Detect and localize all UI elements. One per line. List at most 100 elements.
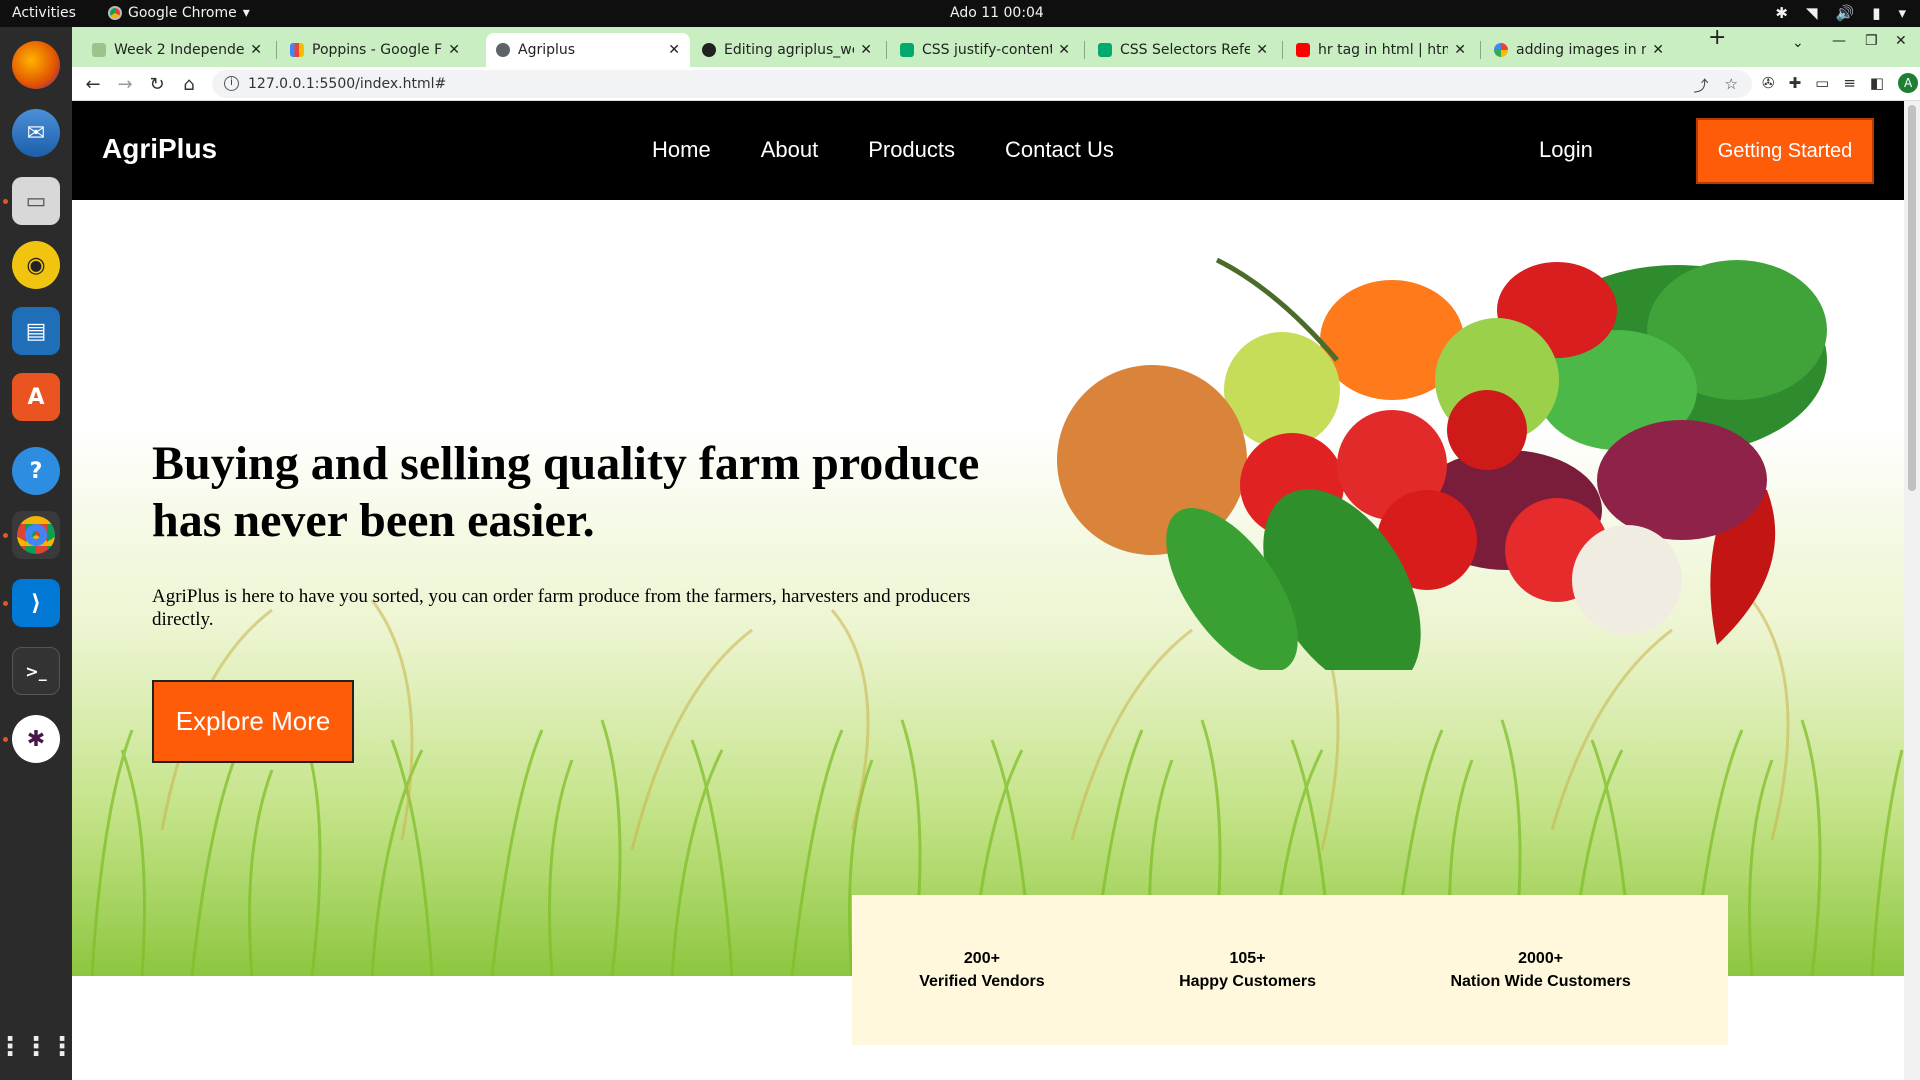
running-indicator [3, 533, 8, 538]
writer-icon[interactable]: ▤ [12, 307, 60, 355]
close-icon[interactable]: ✕ [860, 42, 872, 58]
running-indicator [3, 601, 8, 606]
explore-more-button[interactable]: Explore More [152, 680, 354, 763]
close-icon[interactable]: ✕ [448, 42, 460, 58]
extension-bug-icon[interactable]: ✇ [1762, 74, 1775, 92]
w3schools-icon [1098, 43, 1112, 57]
side-panel-icon[interactable]: ◧ [1870, 74, 1884, 92]
slack-tray-icon[interactable]: ✱ [1775, 4, 1788, 22]
system-top-bar: Activities Google Chrome ▾ Ado 11 00:04 … [0, 0, 1920, 27]
chrome-dock-icon[interactable] [12, 511, 60, 559]
page-viewport: AgriPlus Home About Products Contact Us … [72, 101, 1904, 1080]
vscode-icon[interactable]: ⟩ [12, 579, 60, 627]
stat-value: 105+ [1229, 950, 1266, 967]
software-center-icon[interactable]: A [12, 373, 60, 421]
tab-github[interactable]: Editing agriplus_we ✕ [692, 33, 882, 67]
close-icon[interactable]: ✕ [1652, 42, 1664, 58]
site-header: AgriPlus Home About Products Contact Us … [72, 101, 1904, 200]
activities-button[interactable]: Activities [12, 5, 76, 21]
power-menu-icon[interactable]: ▾ [1898, 4, 1906, 22]
nav-about[interactable]: About [761, 137, 819, 163]
main-nav: Home About Products Contact Us [652, 137, 1114, 163]
battery-icon[interactable]: ▮ [1872, 4, 1880, 22]
maximize-icon[interactable]: ❐ [1865, 33, 1878, 49]
tab-week2[interactable]: Week 2 Independent ✕ [82, 33, 272, 67]
new-tab-button[interactable]: + [1708, 25, 1726, 50]
bookmark-star-icon[interactable]: ☆ [1725, 75, 1738, 96]
system-tray[interactable]: ✱ ◥ 🔊 ▮ ▾ [1775, 4, 1906, 22]
chrome-icon [108, 6, 122, 20]
hero-section: Buying and selling quality farm produce … [72, 200, 1904, 1080]
nav-products[interactable]: Products [868, 137, 955, 163]
close-icon[interactable]: ✕ [1454, 42, 1466, 58]
vegetables-image [1057, 257, 1827, 670]
nav-home[interactable]: Home [652, 137, 711, 163]
github-icon [702, 43, 716, 57]
media-queue-icon[interactable]: ≡ [1843, 74, 1856, 92]
share-icon[interactable]: ⤴ [1694, 75, 1709, 96]
slack-icon[interactable]: ✱ [12, 715, 60, 763]
tab-css-justify[interactable]: CSS justify-content p ✕ [890, 33, 1080, 67]
extensions-puzzle-icon[interactable]: ✚ [1789, 74, 1802, 92]
files-icon[interactable]: ▭ [12, 177, 60, 225]
page-scrollbar[interactable] [1904, 101, 1920, 1080]
stat-label: Happy Customers [1179, 973, 1316, 990]
browser-toolbar: ← → ↻ ⌂ i 127.0.0.1:5500/index.html# ⤴ ☆… [72, 67, 1920, 101]
tab-hr-tag[interactable]: hr tag in html | html ✕ [1286, 33, 1476, 67]
globe-icon [496, 43, 510, 57]
close-icon[interactable]: ✕ [668, 42, 680, 58]
tab-agriplus[interactable]: Agriplus ✕ [486, 33, 690, 67]
minimize-icon[interactable]: — [1832, 33, 1846, 49]
login-link[interactable]: Login [1539, 137, 1593, 163]
app-menu-label: Google Chrome [128, 5, 237, 21]
stat-vendors: 200+ Verified Vendors [919, 947, 1044, 993]
stat-value: 200+ [963, 950, 1000, 967]
forward-icon[interactable]: → [112, 71, 138, 97]
youtube-icon [1296, 43, 1310, 57]
close-icon[interactable]: ✕ [1256, 42, 1268, 58]
nav-contact[interactable]: Contact Us [1005, 137, 1114, 163]
scrollbar-thumb[interactable] [1908, 105, 1916, 491]
stat-value: 2000+ [1518, 950, 1564, 967]
google-icon [1494, 43, 1508, 57]
running-indicator [3, 737, 8, 742]
thunderbird-icon[interactable]: ✉ [12, 109, 60, 157]
terminal-icon[interactable]: >_ [12, 647, 60, 695]
running-indicator [3, 199, 8, 204]
site-logo[interactable]: AgriPlus [102, 133, 217, 165]
close-icon[interactable]: ✕ [250, 42, 262, 58]
tab-css-selectors[interactable]: CSS Selectors Refere ✕ [1088, 33, 1278, 67]
hero-subtext: AgriPlus is here to have you sorted, you… [152, 586, 971, 630]
tab-poppins[interactable]: Poppins - Google Fo ✕ [280, 33, 470, 67]
help-icon[interactable]: ? [12, 447, 60, 495]
site-info-icon[interactable]: i [224, 76, 239, 91]
getting-started-button[interactable]: Getting Started [1696, 118, 1874, 184]
stats-panel: 200+ Verified Vendors 105+ Happy Custome… [852, 895, 1728, 1045]
stat-nationwide-customers: 2000+ Nation Wide Customers [1450, 947, 1630, 993]
firefox-icon[interactable] [12, 41, 60, 89]
stat-happy-customers: 105+ Happy Customers [1179, 947, 1316, 993]
close-window-icon[interactable]: ✕ [1895, 33, 1907, 49]
stat-label: Nation Wide Customers [1450, 973, 1631, 990]
tab-search-icon[interactable]: ⌄ [1792, 35, 1804, 51]
chevron-down-icon: ▾ [242, 5, 250, 21]
google-fonts-icon [290, 43, 304, 57]
stat-label: Verified Vendors [919, 973, 1045, 990]
hero-headline: Buying and selling quality farm produce … [152, 437, 980, 547]
tab-adding-images[interactable]: adding images in ma ✕ [1484, 33, 1674, 67]
close-icon[interactable]: ✕ [1058, 42, 1070, 58]
home-icon[interactable]: ⌂ [176, 71, 202, 97]
volume-icon[interactable]: 🔊 [1836, 4, 1855, 22]
back-icon[interactable]: ← [80, 71, 106, 97]
profile-avatar[interactable]: A [1898, 73, 1919, 93]
rhythmbox-icon[interactable]: ◉ [12, 241, 60, 289]
tab-strip: Week 2 Independent ✕ Poppins - Google Fo… [72, 25, 1920, 67]
cast-icon[interactable]: ▭ [1815, 74, 1829, 92]
app-menu[interactable]: Google Chrome ▾ [108, 5, 250, 21]
address-bar[interactable]: i 127.0.0.1:5500/index.html# ⤴ ☆ [212, 70, 1752, 98]
show-apps-icon[interactable]: ⋮⋮⋮ [0, 1023, 75, 1071]
wifi-icon[interactable]: ◥ [1806, 4, 1818, 22]
reload-icon[interactable]: ↻ [144, 71, 170, 97]
clock[interactable]: Ado 11 00:04 [950, 5, 1044, 21]
sprout-icon [92, 43, 106, 57]
